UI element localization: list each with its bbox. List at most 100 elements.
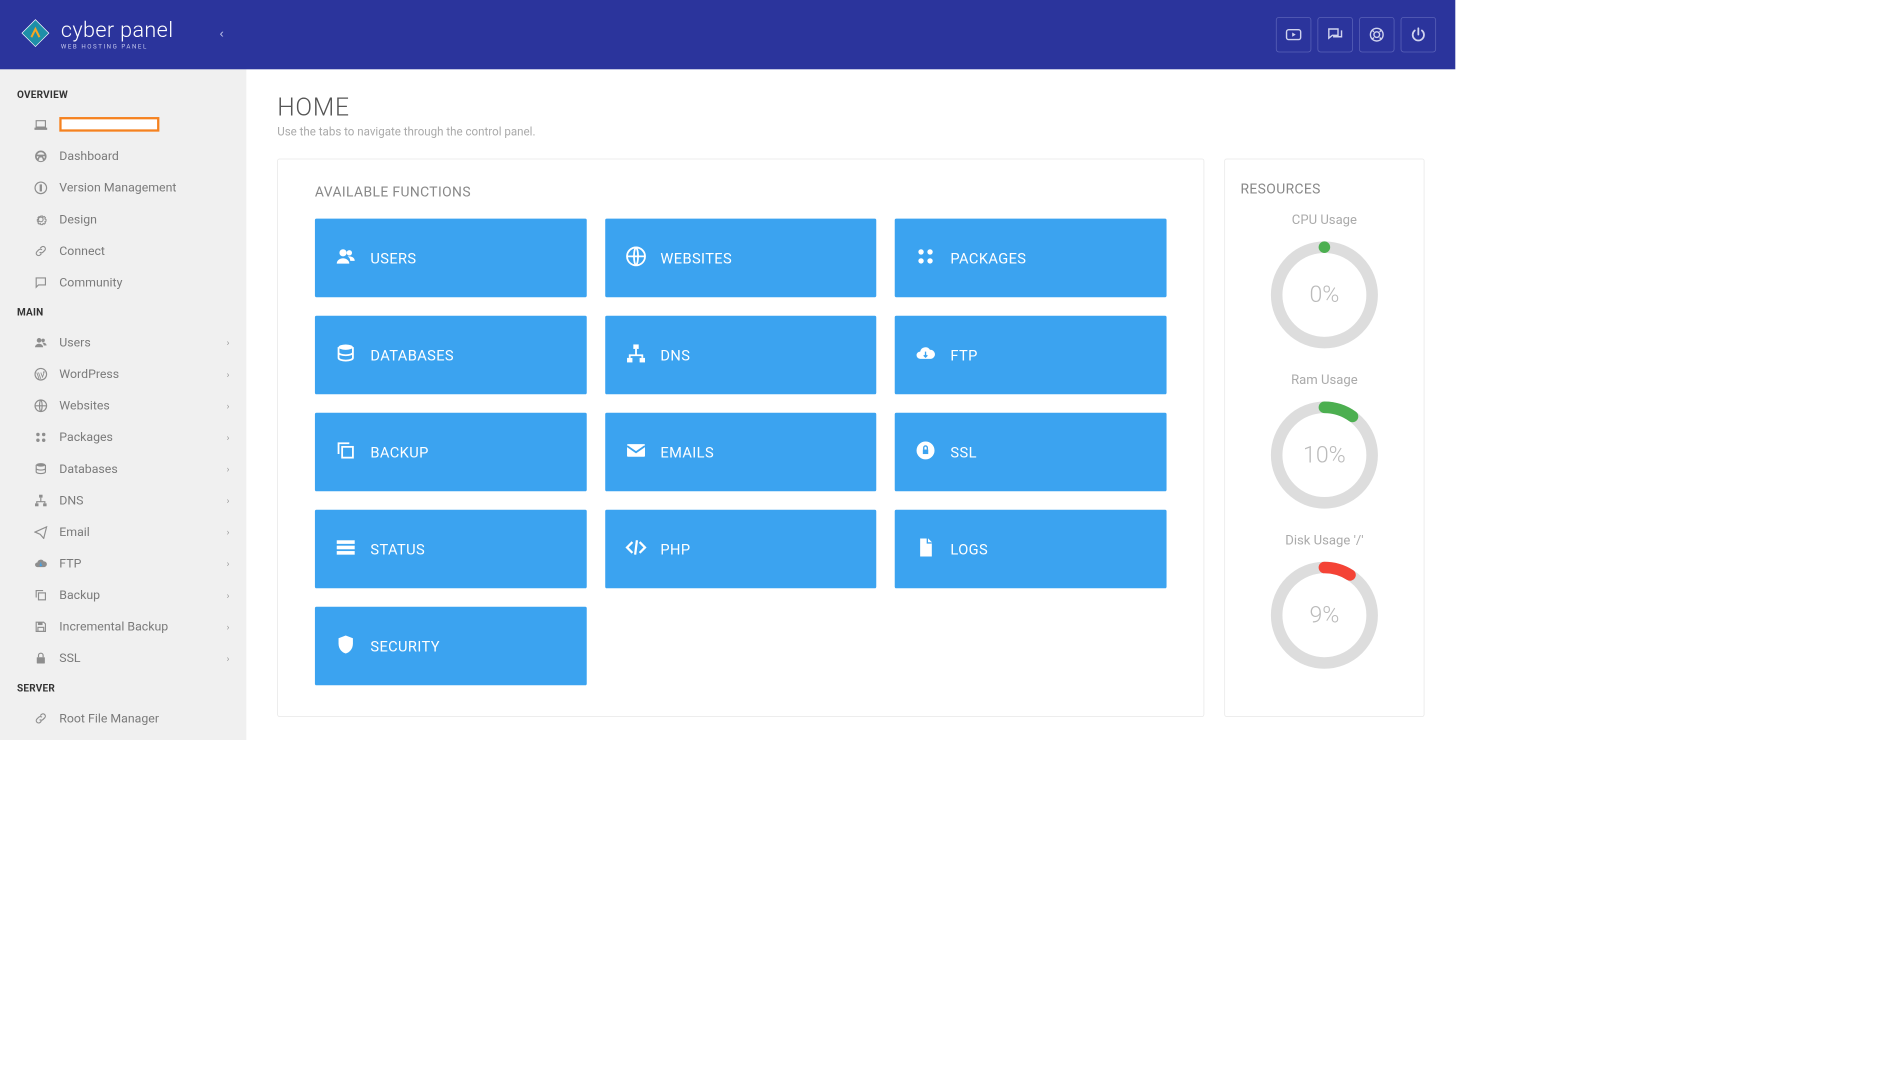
topbar: cyber panel WEB HOSTING PANEL ‹ <box>0 0 1455 69</box>
tile-logs[interactable]: LOGS <box>895 510 1167 589</box>
gauge-value: 0% <box>1309 281 1339 308</box>
gauge-cpu-usage: CPU Usage0% <box>1240 213 1408 353</box>
resources-panel: RESOURCES CPU Usage0%Ram Usage10%Disk Us… <box>1224 159 1424 717</box>
copy-icon <box>32 588 49 602</box>
sidebar-item-email[interactable]: Email› <box>0 516 246 548</box>
ssl-icon <box>915 440 937 465</box>
sidebar-item-databases[interactable]: Databases› <box>0 453 246 485</box>
sidebar-item-label: Incremental Backup <box>59 619 168 634</box>
power-button[interactable] <box>1401 17 1436 52</box>
chat-button[interactable] <box>1317 17 1352 52</box>
chevron-right-icon: › <box>227 368 230 379</box>
packages-icon <box>915 246 937 271</box>
save-icon <box>32 619 49 633</box>
tile-label: LOGS <box>950 540 988 558</box>
sidebar-section-title: OVERVIEW <box>0 80 246 108</box>
users-icon <box>335 246 357 271</box>
tile-backup[interactable]: BACKUP <box>315 413 587 492</box>
sidebar-item-wordpress[interactable]: WordPress› <box>0 358 246 390</box>
sidebar-item-connect[interactable]: Connect <box>0 235 246 267</box>
sitemap-icon <box>32 493 49 507</box>
packages-icon <box>32 430 49 444</box>
sidebar-item-dns[interactable]: DNS › <box>0 484 246 516</box>
sidebar-item-version-management[interactable]: Version Management <box>0 172 246 204</box>
tile-security[interactable]: SECURITY <box>315 607 587 686</box>
sidebar-item-ftp[interactable]: FTP› <box>0 547 246 579</box>
tile-php[interactable]: PHP <box>605 510 877 589</box>
lock-icon <box>32 651 49 665</box>
sidebar-item-label: FTP <box>59 556 81 571</box>
tile-users[interactable]: USERS <box>315 219 587 298</box>
tile-ftp[interactable]: FTP <box>895 316 1167 395</box>
sidebar-item-current[interactable] <box>0 109 246 141</box>
sidebar-item-community[interactable]: Community <box>0 266 246 298</box>
file-icon <box>915 537 937 562</box>
link-icon <box>32 711 49 725</box>
sidebar-item-incremental-backup[interactable]: Incremental Backup › <box>0 611 246 643</box>
brand-tagline: WEB HOSTING PANEL <box>61 44 174 50</box>
chat-icon <box>32 275 49 289</box>
chevron-right-icon: › <box>227 653 230 664</box>
tile-databases[interactable]: DATABASES <box>315 316 587 395</box>
tile-emails[interactable]: EMAILS <box>605 413 877 492</box>
sidebar-section-title: SERVER <box>0 674 246 702</box>
cloud-icon <box>32 556 49 570</box>
sidebar-item-backup[interactable]: Backup › <box>0 579 246 611</box>
sidebar-item-dashboard[interactable]: Dashboard <box>0 140 246 172</box>
tile-label: DATABASES <box>370 346 454 364</box>
chevron-right-icon: › <box>227 495 230 506</box>
page-title: HOME <box>277 92 1424 121</box>
tile-label: WEBSITES <box>660 249 732 267</box>
sidebar-item-root-file-manager[interactable]: Root File Manager <box>0 702 246 734</box>
tile-label: FTP <box>950 346 977 364</box>
tile-dns[interactable]: DNS <box>605 316 877 395</box>
tile-ssl[interactable]: SSL <box>895 413 1167 492</box>
sidebar-item-label: SSL <box>59 651 80 666</box>
database-icon <box>335 343 357 368</box>
sidebar-item-label: Root File Manager <box>59 711 159 726</box>
tile-packages[interactable]: PACKAGES <box>895 219 1167 298</box>
sidebar-collapse-button[interactable]: ‹ <box>220 28 224 42</box>
sidebar-item-websites[interactable]: Websites› <box>0 390 246 422</box>
chevron-right-icon: › <box>227 621 230 632</box>
globe-icon <box>32 398 49 412</box>
tile-label: USERS <box>370 249 416 267</box>
sidebar-item-design[interactable]: Design <box>0 203 246 235</box>
tile-label: PACKAGES <box>950 249 1026 267</box>
brand-logo[interactable]: cyber panel WEB HOSTING PANEL <box>19 17 173 52</box>
gauge-disk-usage-: Disk Usage '/' 9% <box>1240 533 1408 673</box>
tile-label: STATUS <box>370 540 425 558</box>
page-subtitle: Use the tabs to navigate through the con… <box>277 125 1424 139</box>
sidebar-item-label: Community <box>59 275 122 290</box>
youtube-button[interactable] <box>1276 17 1311 52</box>
sidebar-item-label: Connect <box>59 243 105 258</box>
youtube-icon <box>1285 26 1302 43</box>
sidebar-item-label: DNS <box>59 493 83 508</box>
shield-icon <box>335 634 357 659</box>
database-icon <box>32 462 49 476</box>
sidebar-item-users[interactable]: Users› <box>0 326 246 358</box>
sidebar-item-packages[interactable]: Packages› <box>0 421 246 453</box>
gauge-value: 9% <box>1309 602 1339 629</box>
tile-label: SECURITY <box>370 637 440 655</box>
tile-status[interactable]: STATUS <box>315 510 587 589</box>
gauge-ring: 9% <box>1267 557 1383 673</box>
functions-panel: AVAILABLE FUNCTIONS USERSWEBSITESPACKAGE… <box>277 159 1204 717</box>
sidebar-item-label: Design <box>59 212 97 227</box>
brand-icon <box>19 17 51 52</box>
tile-websites[interactable]: WEBSITES <box>605 219 877 298</box>
sitemap-icon <box>625 343 647 368</box>
power-icon <box>1410 26 1427 43</box>
gauge-label: Disk Usage '/' <box>1240 533 1408 548</box>
sidebar-item-label: Users <box>59 335 90 350</box>
sidebar-section-title: MAIN <box>0 298 246 326</box>
main-content: HOME Use the tabs to navigate through th… <box>246 69 1455 740</box>
sidebar-item-ssl[interactable]: SSL › <box>0 642 246 674</box>
resources-title: RESOURCES <box>1240 181 1408 197</box>
support-button[interactable] <box>1359 17 1394 52</box>
gauge-value: 10% <box>1303 442 1346 469</box>
sidebar-item-label: Version Management <box>59 180 176 195</box>
tile-label: SSL <box>950 443 976 461</box>
chevron-right-icon: › <box>227 589 230 600</box>
sidebar-item-label: Backup <box>59 588 100 603</box>
